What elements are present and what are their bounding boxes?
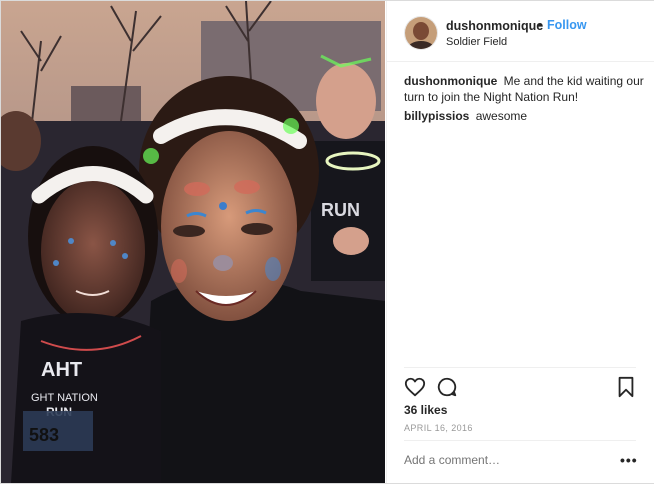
location-link[interactable]: Soldier Field — [446, 36, 507, 48]
likes-count[interactable]: 36 likes — [404, 403, 447, 417]
svg-text:GHT NATION: GHT NATION — [31, 392, 98, 404]
action-bar — [404, 376, 636, 402]
post-header: dushonmonique • Follow Soldier Field — [387, 1, 654, 61]
add-comment-input[interactable] — [404, 453, 604, 467]
comment-username[interactable]: billypissios — [404, 109, 469, 123]
header-divider — [387, 61, 654, 62]
username-link[interactable]: dushonmonique — [446, 19, 543, 33]
svg-text:RUN: RUN — [321, 200, 360, 220]
comments-list: dushonmonique Me and the kid waiting our… — [404, 73, 644, 127]
post-details-panel: dushonmonique • Follow Soldier Field dus… — [386, 1, 654, 483]
list-item: billypissios awesome — [404, 108, 644, 124]
heart-icon[interactable] — [404, 376, 426, 398]
follow-button[interactable]: Follow — [547, 18, 587, 32]
more-options-icon[interactable]: ••• — [620, 452, 638, 468]
post-container: AHT GHT NATION RUN 583 RUN dushonmonique… — [0, 0, 654, 484]
comment-text: awesome — [475, 109, 528, 123]
comment-icon[interactable] — [436, 376, 458, 398]
post-image: AHT GHT NATION RUN 583 RUN — [1, 1, 385, 483]
separator-dot: • — [538, 18, 543, 32]
svg-text:AHT: AHT — [41, 359, 82, 381]
post-date[interactable]: April 16, 2016 — [404, 423, 473, 433]
avatar[interactable] — [404, 16, 438, 50]
actions-divider — [404, 367, 636, 368]
comment-username[interactable]: dushonmonique — [404, 74, 497, 88]
bookmark-icon[interactable] — [616, 376, 638, 398]
post-photo[interactable]: AHT GHT NATION RUN 583 RUN — [1, 1, 385, 483]
caption-comment: dushonmonique Me and the kid waiting our… — [404, 73, 644, 105]
svg-text:583: 583 — [29, 425, 59, 445]
comment-divider — [404, 440, 636, 441]
